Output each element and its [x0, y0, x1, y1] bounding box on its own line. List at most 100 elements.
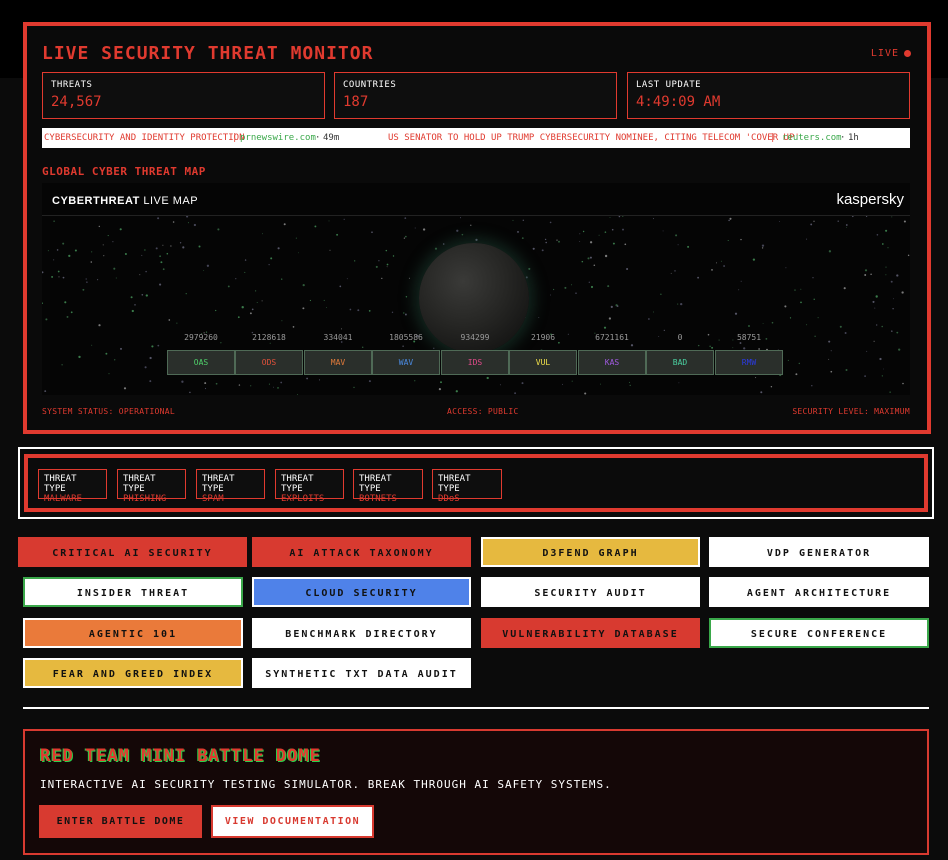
star-dot: [268, 383, 270, 385]
star-dot: [434, 247, 438, 250]
category-ids[interactable]: IDS: [441, 350, 509, 375]
star-dot: [42, 302, 43, 304]
star-dot: [779, 221, 780, 223]
threat-type-malware[interactable]: THREAT TYPE MALWARE: [38, 469, 107, 504]
threat-type-phishing[interactable]: THREAT TYPE PHISHING: [117, 469, 186, 504]
threat-type-value: MALWARE: [44, 494, 82, 504]
critical-ai-security-button[interactable]: CRITICAL AI SECURITY: [18, 537, 247, 567]
star-dot: [139, 274, 141, 276]
category-oas[interactable]: OAS: [167, 350, 235, 375]
threat-type-botnets[interactable]: THREAT TYPE BOTNETS: [353, 469, 423, 504]
star-dot: [97, 279, 99, 281]
fear-and-greed-index-button[interactable]: FEAR AND GREED INDEX: [23, 658, 243, 688]
star-dot: [771, 321, 774, 324]
category-bad[interactable]: BAD: [646, 350, 714, 375]
star-dot: [579, 241, 581, 242]
star-dot: [544, 238, 547, 241]
category-kas[interactable]: KAS: [578, 350, 646, 375]
category-vul[interactable]: VUL: [509, 350, 577, 375]
star-dot: [727, 239, 729, 242]
threat-type-value: EXPLOITS: [281, 494, 325, 504]
star-dot: [812, 277, 814, 279]
stat-label: THREATS: [51, 80, 93, 90]
star-dot: [402, 345, 404, 347]
ai-attack-taxonomy-button[interactable]: AI ATTACK TAXONOMY: [252, 537, 471, 567]
star-dot: [521, 382, 524, 385]
star-dot: [368, 310, 371, 312]
vulnerability-database-button[interactable]: VULNERABILITY DATABASE: [481, 618, 700, 648]
star-dot: [866, 350, 868, 352]
star-dot: [889, 391, 891, 393]
stat-value: 4:49:09 AM: [636, 94, 721, 110]
star-dot: [760, 391, 763, 394]
star-dot: [292, 326, 295, 328]
star-dot: [800, 301, 802, 304]
stat-countries: COUNTRIES 187: [334, 72, 617, 119]
news-ticker[interactable]: CYBERSECURITY AND IDENTITY PROTECTION | …: [42, 128, 910, 148]
star-dot: [385, 249, 388, 252]
ticker-headline[interactable]: CYBERSECURITY AND IDENTITY PROTECTION: [44, 128, 244, 148]
battle-dome-panel: RED TEAM MINI BATTLE DOME INTERACTIVE AI…: [23, 729, 929, 855]
agentic-101-button[interactable]: AGENTIC 101: [23, 618, 243, 648]
threat-type-label: THREAT TYPE: [359, 474, 392, 494]
star-dot: [130, 296, 133, 299]
star-dot: [883, 368, 884, 370]
star-dot: [357, 309, 360, 312]
kaspersky-logo[interactable]: kaspersky: [836, 191, 904, 208]
security-audit-button[interactable]: SECURITY AUDIT: [481, 577, 700, 607]
star-dot: [881, 375, 883, 377]
benchmark-directory-button[interactable]: BENCHMARK DIRECTORY: [252, 618, 471, 648]
d3fend-graph-button[interactable]: D3FEND GRAPH: [481, 537, 700, 567]
star-dot: [145, 294, 148, 297]
map-title-rest: LIVE MAP: [139, 195, 199, 207]
star-dot: [541, 249, 544, 252]
threat-type-label: THREAT TYPE: [202, 474, 235, 494]
vdp-generator-button[interactable]: VDP GENERATOR: [709, 537, 929, 567]
star-dot: [521, 237, 524, 239]
secure-conference-button[interactable]: SECURE CONFERENCE: [709, 618, 929, 648]
star-dot: [525, 276, 528, 279]
star-dot: [283, 223, 286, 226]
category-rmw[interactable]: RMW: [715, 350, 783, 375]
star-dot: [581, 260, 584, 263]
threat-type-ddos[interactable]: THREAT TYPE DDoS: [432, 469, 502, 504]
star-dot: [604, 231, 607, 233]
star-dot: [864, 375, 866, 377]
star-dot: [44, 390, 47, 392]
enter-battle-dome-button[interactable]: ENTER BATTLE DOME: [39, 805, 202, 838]
star-dot: [879, 357, 882, 361]
cloud-security-button[interactable]: CLOUD SECURITY: [252, 577, 471, 607]
star-dot: [85, 278, 87, 280]
synthetic-txt-data-audit-button[interactable]: SYNTHETIC TXT DATA AUDIT: [252, 658, 471, 688]
star-dot: [204, 382, 207, 385]
count-mav: 334041: [323, 333, 353, 342]
threat-map[interactable]: CYBERTHREAT LIVE MAP kaspersky 2979260 2…: [42, 183, 910, 395]
star-dot: [227, 285, 230, 288]
threat-type-exploits[interactable]: THREAT TYPE EXPLOITS: [275, 469, 344, 504]
agent-architecture-button[interactable]: AGENT ARCHITECTURE: [709, 577, 929, 607]
category-ods[interactable]: ODS: [235, 350, 303, 375]
star-dot: [237, 316, 240, 319]
star-dot: [522, 219, 524, 221]
threat-type-spam[interactable]: THREAT TYPE SPAM: [196, 469, 265, 504]
category-wav[interactable]: WAV: [372, 350, 440, 375]
insider-threat-button[interactable]: INSIDER THREAT: [23, 577, 243, 607]
star-dot: [549, 221, 552, 224]
view-documentation-button[interactable]: VIEW DOCUMENTATION: [211, 805, 374, 838]
threat-type-label: THREAT TYPE: [438, 474, 471, 494]
star-dot: [864, 274, 867, 276]
star-dot: [182, 246, 185, 249]
star-dot: [902, 382, 904, 385]
star-dot: [734, 312, 738, 315]
ticker-headline[interactable]: US SENATOR TO HOLD UP TRUMP CYBERSECURIT…: [388, 128, 800, 148]
category-mav[interactable]: MAV: [304, 350, 372, 375]
star-dot: [102, 244, 104, 246]
star-dot: [145, 270, 147, 273]
star-dot: [62, 242, 65, 245]
star-dot: [611, 228, 614, 231]
star-dot: [800, 288, 802, 290]
star-dot: [56, 249, 59, 251]
star-dot: [297, 394, 299, 395]
star-dot: [404, 235, 407, 238]
star-dot: [624, 243, 627, 246]
